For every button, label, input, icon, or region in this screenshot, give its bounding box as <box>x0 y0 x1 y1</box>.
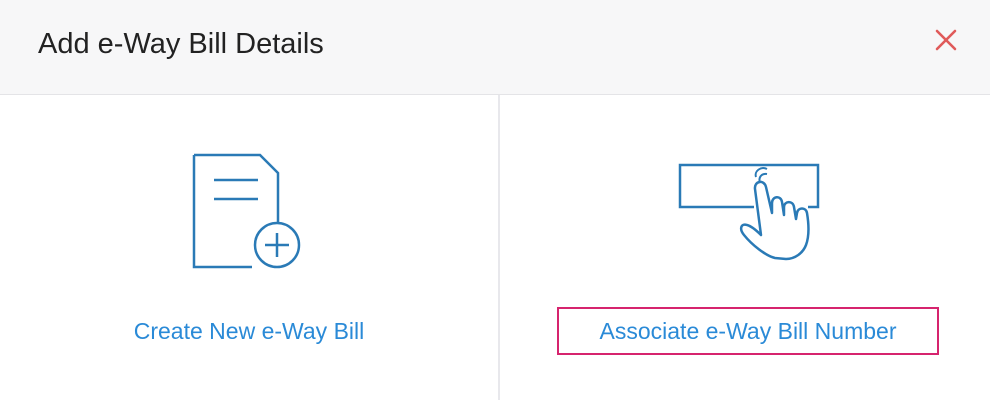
dialog-header: Add e-Way Bill Details <box>0 0 990 95</box>
dialog-title: Add e-Way Bill Details <box>38 28 324 60</box>
add-eway-bill-dialog: Add e-Way Bill Details Create New e-Way … <box>0 0 990 400</box>
create-new-eway-bill-link[interactable]: Create New e-Way Bill <box>0 316 498 346</box>
associate-eway-bill-option[interactable]: Associate e-Way Bill Number <box>500 95 990 400</box>
create-new-eway-bill-option[interactable]: Create New e-Way Bill <box>0 95 498 400</box>
document-plus-icon <box>192 153 301 269</box>
hand-pointer-icon <box>678 163 820 261</box>
dialog-body: Create New e-Way Bill Associate e-Way Bi… <box>0 95 990 400</box>
close-icon <box>935 29 957 51</box>
associate-eway-bill-number-link[interactable]: Associate e-Way Bill Number <box>559 316 937 346</box>
close-button[interactable] <box>932 26 960 54</box>
associate-eway-bill-highlight: Associate e-Way Bill Number <box>557 307 939 355</box>
